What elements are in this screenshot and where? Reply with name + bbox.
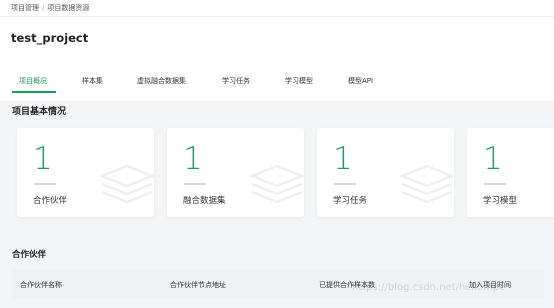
breadcrumb-bar: 项目管理 / 项目数据资源 (0, 0, 554, 17)
tab-learning-models[interactable]: 学习模型 (285, 76, 313, 86)
layers-icon (248, 164, 304, 204)
tab-learning-tasks[interactable]: 学习任务 (222, 76, 250, 86)
stat-divider (484, 183, 506, 185)
breadcrumb-separator: / (42, 4, 45, 12)
breadcrumb-item-project-data: 项目数据资源 (47, 4, 90, 12)
project-header: test_project 项目概况 样本集 虚拟融合数据集 学习任务 学习模型 … (0, 17, 554, 101)
stat-card-learning-tasks[interactable]: 1 学习任务 (317, 128, 454, 217)
stat-label: 合作伙伴 (33, 196, 68, 206)
active-tab-indicator (12, 91, 56, 93)
stat-label: 学习模型 (483, 196, 518, 206)
tab-virtual-fusion-dataset[interactable]: 虚拟融合数据集 (137, 76, 186, 86)
stat-label: 融合数据集 (183, 196, 226, 206)
stat-card-partners[interactable]: 1 合作伙伴 (17, 128, 154, 217)
tab-model-api[interactable]: 模型API (348, 76, 373, 86)
layers-icon (98, 164, 154, 204)
stat-card-fusion-datasets[interactable]: 1 融合数据集 (167, 128, 304, 217)
partners-section-title: 合作伙伴 (12, 250, 47, 260)
breadcrumb-item-project-management[interactable]: 项目管理 (11, 4, 39, 12)
stat-card-learning-models[interactable]: 1 学习模型 (467, 128, 554, 217)
page-root: 项目管理 / 项目数据资源 test_project 项目概况 样本集 虚拟融合数据… (0, 0, 554, 308)
stat-value: 1 (183, 141, 203, 177)
tab-overview[interactable]: 项目概况 (19, 76, 47, 86)
breadcrumb: 项目管理 / 项目数据资源 (11, 3, 89, 13)
overview-section-title: 项目基本情况 (12, 107, 67, 117)
tab-samples[interactable]: 样本集 (82, 76, 103, 86)
stat-value: 1 (33, 141, 53, 177)
column-header-node-address: 合作伙伴节点地址 (170, 281, 226, 289)
stat-value: 1 (333, 141, 353, 177)
stat-label: 学习任务 (333, 196, 368, 206)
stat-value: 1 (483, 141, 503, 177)
layers-icon (398, 164, 454, 204)
page-title: test_project (11, 31, 89, 45)
stat-divider (34, 183, 56, 185)
stat-divider (184, 183, 206, 185)
column-header-partner-name: 合作伙伴名称 (20, 281, 62, 289)
stat-divider (334, 183, 356, 185)
watermark: https://blog.csdn.net/hellompc (352, 282, 505, 293)
